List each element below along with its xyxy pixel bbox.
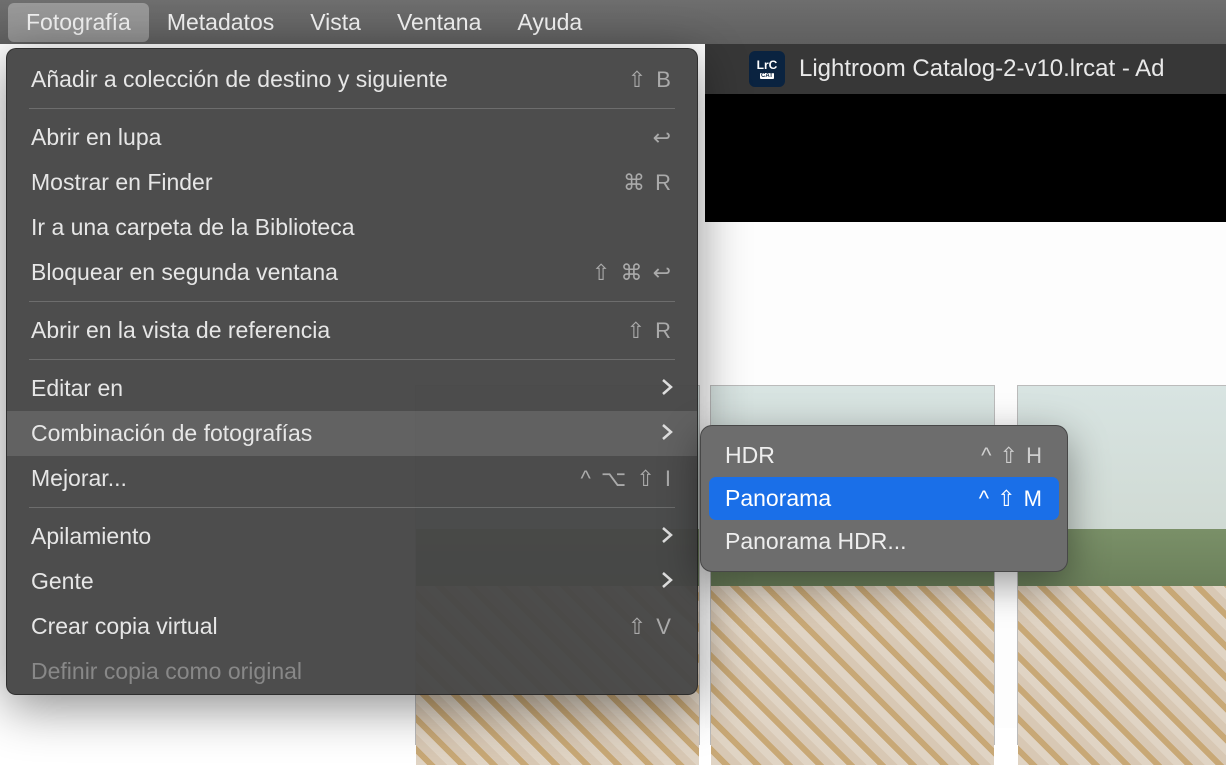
photo-merge-submenu: HDR ^ ⇧ H Panorama ^ ⇧ M Panorama HDR... xyxy=(700,425,1068,572)
submenu-panorama-hdr[interactable]: Panorama HDR... xyxy=(709,520,1059,563)
submenu-hdr[interactable]: HDR ^ ⇧ H xyxy=(709,434,1059,477)
chevron-right-icon xyxy=(661,420,673,447)
menu-item-label: Crear copia virtual xyxy=(31,613,218,640)
menu-goto-library-folder[interactable]: Ir a una carpeta de la Biblioteca xyxy=(7,205,697,250)
menubar-item-vista[interactable]: Vista xyxy=(292,3,379,42)
submenu-item-label: HDR xyxy=(725,442,775,469)
menubar: Fotografía Metadatos Vista Ventana Ayuda xyxy=(0,0,1226,44)
menu-enhance[interactable]: Mejorar... ^ ⌥ ⇧ I xyxy=(7,456,697,501)
menu-add-to-collection[interactable]: Añadir a colección de destino y siguient… xyxy=(7,57,697,102)
app-icon-text-bottom: CAT xyxy=(760,73,774,79)
submenu-item-shortcut: ^ ⇧ M xyxy=(979,486,1043,512)
menu-item-label: Apilamiento xyxy=(31,523,151,550)
fotografia-menu: Añadir a colección de destino y siguient… xyxy=(6,48,698,695)
submenu-panorama[interactable]: Panorama ^ ⇧ M xyxy=(709,477,1059,520)
menu-open-loupe[interactable]: Abrir en lupa ↩ xyxy=(7,115,697,160)
menu-photo-merge[interactable]: Combinación de fotografías xyxy=(7,411,697,456)
submenu-item-shortcut: ^ ⇧ H xyxy=(981,443,1043,469)
menu-stacking[interactable]: Apilamiento xyxy=(7,514,697,559)
menu-item-shortcut: ⇧ B xyxy=(628,67,673,93)
menu-separator xyxy=(29,507,675,508)
menu-item-shortcut: ⌘ R xyxy=(623,170,673,196)
menu-item-shortcut: ⇧ R xyxy=(627,318,673,344)
submenu-item-label: Panorama HDR... xyxy=(725,528,907,555)
window-toolbar-area xyxy=(705,94,1226,222)
menubar-item-ventana[interactable]: Ventana xyxy=(379,3,499,42)
menu-item-shortcut: ⇧ ⌘ ↩ xyxy=(592,260,673,286)
menu-set-copy-original: Definir copia como original xyxy=(7,649,697,694)
chevron-right-icon xyxy=(661,375,673,402)
menu-open-reference-view[interactable]: Abrir en la vista de referencia ⇧ R xyxy=(7,308,697,353)
window-title: Lightroom Catalog-2-v10.lrcat - Ad xyxy=(799,55,1165,83)
menu-item-label: Mostrar en Finder xyxy=(31,169,213,196)
menu-people[interactable]: Gente xyxy=(7,559,697,604)
menu-item-shortcut: ⇧ V xyxy=(628,614,673,640)
menu-item-label: Añadir a colección de destino y siguient… xyxy=(31,66,448,93)
menu-show-finder[interactable]: Mostrar en Finder ⌘ R xyxy=(7,160,697,205)
menu-edit-in[interactable]: Editar en xyxy=(7,366,697,411)
menu-lock-second-window[interactable]: Bloquear en segunda ventana ⇧ ⌘ ↩ xyxy=(7,250,697,295)
menu-item-label: Abrir en la vista de referencia xyxy=(31,317,330,344)
menu-item-label: Gente xyxy=(31,568,94,595)
menu-item-label: Ir a una carpeta de la Biblioteca xyxy=(31,214,354,241)
menu-item-label: Mejorar... xyxy=(31,465,127,492)
menu-item-label: Abrir en lupa xyxy=(31,124,161,151)
app-icon-text-top: LrC xyxy=(757,59,778,71)
chevron-right-icon xyxy=(661,568,673,595)
menubar-item-fotografia[interactable]: Fotografía xyxy=(8,3,149,42)
chevron-right-icon xyxy=(661,523,673,550)
menu-item-label: Definir copia como original xyxy=(31,658,302,685)
menu-item-shortcut: ^ ⌥ ⇧ I xyxy=(580,466,673,492)
window-titlebar: LrC CAT Lightroom Catalog-2-v10.lrcat - … xyxy=(705,44,1226,94)
menu-item-shortcut: ↩ xyxy=(653,125,673,151)
menubar-item-metadatos[interactable]: Metadatos xyxy=(149,3,292,42)
menu-item-label: Editar en xyxy=(31,375,123,402)
submenu-item-label: Panorama xyxy=(725,485,831,512)
menu-create-virtual-copy[interactable]: Crear copia virtual ⇧ V xyxy=(7,604,697,649)
menu-separator xyxy=(29,301,675,302)
menu-item-label: Combinación de fotografías xyxy=(31,420,312,447)
app-icon: LrC CAT xyxy=(749,51,785,87)
menu-separator xyxy=(29,108,675,109)
menubar-item-ayuda[interactable]: Ayuda xyxy=(499,3,600,42)
menu-item-label: Bloquear en segunda ventana xyxy=(31,259,338,286)
menu-separator xyxy=(29,359,675,360)
